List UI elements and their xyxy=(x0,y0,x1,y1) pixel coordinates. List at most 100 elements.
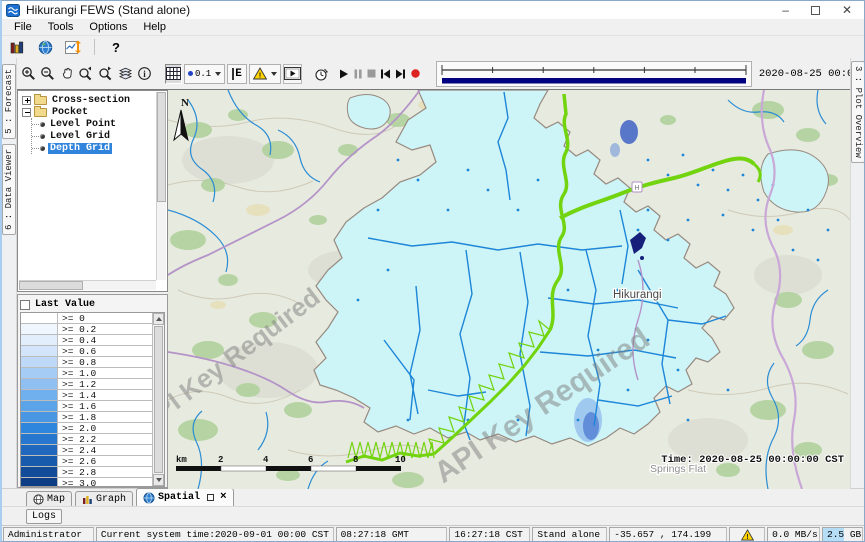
menu-options[interactable]: Options xyxy=(81,20,135,34)
bar-chart-icon xyxy=(82,494,93,505)
tree-leaf-level-point[interactable]: Level Point xyxy=(32,118,167,130)
legend-row[interactable]: >= 1.6 xyxy=(21,401,152,412)
warning-filter-select[interactable]: ! xyxy=(249,64,281,84)
toolbar-separator xyxy=(94,39,95,55)
scroll-up-icon[interactable] xyxy=(153,313,164,325)
skip-to-start-button[interactable] xyxy=(379,64,392,84)
tab-maximize-icon[interactable] xyxy=(207,494,214,501)
tab-close-icon[interactable]: × xyxy=(220,493,227,502)
tree-leaf-level-grid[interactable]: Level Grid xyxy=(32,130,167,142)
minimize-button[interactable]: – xyxy=(782,5,789,15)
class-break-value: 0.1 xyxy=(195,69,211,79)
globe-icon xyxy=(143,492,155,504)
tab-plot-overview[interactable]: 3 : Plot Overview xyxy=(851,61,865,163)
tab-spatial[interactable]: Spatial × xyxy=(136,488,234,506)
scroll-down-icon[interactable] xyxy=(153,474,164,486)
legend-label: >= 1.6 xyxy=(58,401,152,411)
grid-display-icon[interactable] xyxy=(165,64,182,84)
legend-label: >= 2.8 xyxy=(58,467,152,477)
tab-forecast[interactable]: 5 : Forecast xyxy=(2,64,16,139)
close-button[interactable]: ✕ xyxy=(842,5,852,15)
map-toolbar: i 0.1 E ! xyxy=(17,58,850,89)
body: 5 : Forecast 6 : Data Viewer xyxy=(2,58,864,488)
stop-button[interactable] xyxy=(366,64,377,84)
class-break-select[interactable]: 0.1 xyxy=(184,64,225,84)
tab-map[interactable]: Map xyxy=(26,491,72,506)
status-warning[interactable]: ! xyxy=(729,527,765,542)
legend-swatch xyxy=(21,313,58,323)
spatial-display-icon[interactable] xyxy=(62,37,84,57)
record-button[interactable] xyxy=(409,64,422,84)
status-coordinates: -35.657 , 174.199 xyxy=(609,527,727,542)
legend-toggle-button[interactable]: E xyxy=(227,64,247,84)
legend-row[interactable]: >= 0 xyxy=(21,313,152,324)
tab-graph[interactable]: Graph xyxy=(75,491,133,506)
last-value-checkbox[interactable] xyxy=(20,300,30,310)
legend-row[interactable]: >= 2.6 xyxy=(21,456,152,467)
play-button[interactable] xyxy=(338,64,350,84)
globe-map-icon[interactable] xyxy=(34,37,56,57)
info-icon[interactable]: i xyxy=(136,64,153,84)
svg-text:!: ! xyxy=(259,71,262,80)
tree-leaf-label-selected: Depth Grid xyxy=(48,143,112,154)
tree-node-pocket[interactable]: Pocket xyxy=(22,106,167,118)
legend-row[interactable]: >= 1.4 xyxy=(21,390,152,401)
svg-text:i: i xyxy=(143,69,146,79)
legend-row[interactable]: >= 2.8 xyxy=(21,467,152,478)
animation-timer-icon[interactable] xyxy=(312,64,330,84)
class-break-dot-icon xyxy=(188,71,193,76)
map-viewport[interactable]: H API Key Required API Key Required Hiku… xyxy=(168,90,850,489)
legend-swatch xyxy=(21,412,58,422)
pan-hand-icon[interactable] xyxy=(58,64,75,84)
time-slider-bar xyxy=(442,78,746,84)
legend-row[interactable]: >= 0.6 xyxy=(21,346,152,357)
legend-row[interactable]: >= 0.4 xyxy=(21,335,152,346)
legend-row[interactable]: >= 0.8 xyxy=(21,357,152,368)
menu-help[interactable]: Help xyxy=(135,20,174,34)
tree-vertical-scrollbar[interactable] xyxy=(156,92,166,280)
last-value-label: Last Value xyxy=(35,299,95,310)
legend-row[interactable]: >= 2.0 xyxy=(21,423,152,434)
animation-display-icon[interactable] xyxy=(283,64,302,84)
logs-button[interactable]: Logs xyxy=(26,509,62,524)
menu-file[interactable]: File xyxy=(6,20,40,34)
legend-scrollbar[interactable] xyxy=(152,313,164,486)
zoom-out-icon[interactable] xyxy=(39,64,56,84)
layers-tree: Cross-section Pocket Level Point xyxy=(17,90,168,292)
time-slider[interactable] xyxy=(436,61,752,87)
legend-row[interactable]: >= 1.8 xyxy=(21,412,152,423)
tree-leaf-depth-grid[interactable]: Depth Grid xyxy=(32,142,167,154)
zoom-next-icon[interactable] xyxy=(97,64,115,84)
status-mode: Stand alone xyxy=(532,527,607,542)
tree-horizontal-scrollbar[interactable] xyxy=(19,280,156,290)
collapse-icon[interactable] xyxy=(22,108,31,117)
tree-leaf-label: Level Point xyxy=(48,119,118,130)
zoom-in-icon[interactable] xyxy=(20,64,37,84)
svg-text:!: ! xyxy=(746,533,748,540)
help-button[interactable]: ? xyxy=(105,37,127,57)
legend-row[interactable]: >= 2.2 xyxy=(21,434,152,445)
legend-row[interactable]: >= 1.2 xyxy=(21,379,152,390)
legend-label: >= 2.6 xyxy=(58,456,152,466)
tab-data-viewer[interactable]: 6 : Data Viewer xyxy=(2,144,16,235)
tree-node-cross-section[interactable]: Cross-section xyxy=(22,94,167,106)
layers-icon[interactable] xyxy=(117,64,134,84)
expand-icon[interactable] xyxy=(22,96,31,105)
database-icon[interactable] xyxy=(6,37,28,57)
status-local-time: 16:27:18 CST xyxy=(449,527,530,542)
legend-row[interactable]: >= 0.2 xyxy=(21,324,152,335)
tab-graph-label: Graph xyxy=(96,494,126,505)
status-network-rate: 0.0 MB/s xyxy=(767,527,820,542)
maximize-button[interactable] xyxy=(811,6,820,15)
zoom-previous-icon[interactable] xyxy=(77,64,95,84)
legend-panel: Last Value >= 0 >= 0.2 >= 0.4 >= 0.6 >= … xyxy=(17,294,168,488)
legend-swatch xyxy=(21,467,58,477)
scroll-thumb[interactable] xyxy=(154,326,163,473)
layer-bullet-icon xyxy=(40,122,45,127)
menu-tools[interactable]: Tools xyxy=(40,20,82,34)
pause-button[interactable] xyxy=(352,64,364,84)
legend-row[interactable]: >= 1.0 xyxy=(21,368,152,379)
legend-row[interactable]: >= 2.4 xyxy=(21,445,152,456)
skip-to-end-button[interactable] xyxy=(394,64,407,84)
legend-row[interactable]: >= 3.0 xyxy=(21,478,152,486)
